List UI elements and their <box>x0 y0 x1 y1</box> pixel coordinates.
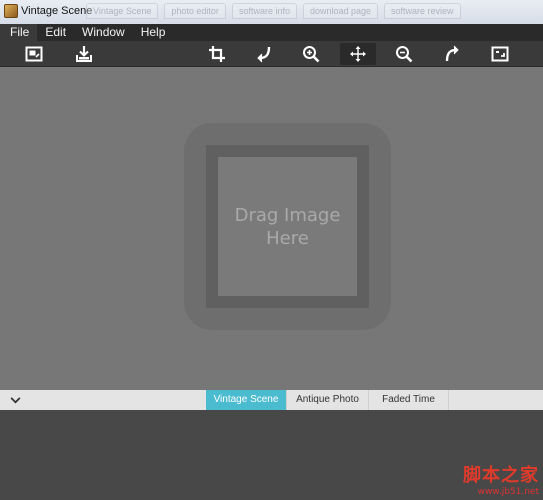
fit-screen-icon <box>491 46 509 62</box>
menu-window[interactable]: Window <box>74 24 133 41</box>
save-image-button[interactable] <box>66 43 102 65</box>
filter-tab-bar: Vintage Scene Antique Photo Faded Time <box>0 390 543 410</box>
background-tabs: Vintage Scene photo editor software info… <box>86 3 543 19</box>
rotate-left-icon <box>257 46 271 63</box>
save-image-icon <box>76 46 92 62</box>
background-tab[interactable]: photo editor <box>164 3 226 19</box>
open-image-icon <box>25 46 43 62</box>
crop-button[interactable] <box>199 43 235 65</box>
watermark-text: 脚本之家 <box>463 465 539 486</box>
background-tab[interactable]: software info <box>231 3 297 19</box>
menu-help[interactable]: Help <box>133 24 174 41</box>
filter-tabs: Vintage Scene Antique Photo Faded Time <box>206 390 449 410</box>
zoom-in-button[interactable] <box>293 43 329 65</box>
drop-zone-inner: Drag Image Here <box>218 157 357 296</box>
filter-preview-panel[interactable] <box>0 410 543 500</box>
crop-icon <box>209 46 225 62</box>
toolbar <box>0 41 543 67</box>
fit-screen-button[interactable] <box>482 43 518 65</box>
collapse-panel-button[interactable] <box>6 392 24 408</box>
drop-zone-frame: Drag Image Here <box>206 145 369 308</box>
menu-file[interactable]: File <box>0 24 38 41</box>
app-icon <box>4 4 18 18</box>
watermark: 脚本之家 www.jb51.net <box>463 461 539 497</box>
tab-vintage-scene[interactable]: Vintage Scene <box>206 390 287 410</box>
rotate-left-button[interactable] <box>246 43 282 65</box>
tab-faded-time[interactable]: Faded Time <box>369 390 449 410</box>
image-canvas[interactable]: Drag Image Here <box>0 67 543 390</box>
drop-zone-text: Drag Image Here <box>234 204 341 249</box>
rotate-right-icon <box>445 45 459 62</box>
zoom-out-icon <box>396 46 413 63</box>
window-title: Vintage Scene <box>21 5 93 17</box>
menu-bar: File Edit Window Help <box>0 24 543 41</box>
chevron-down-icon <box>10 396 20 403</box>
background-tab[interactable]: software review <box>384 3 461 19</box>
background-tab[interactable]: download page <box>302 3 379 19</box>
window-titlebar: Vintage Scene Vintage Scene photo editor… <box>0 0 543 24</box>
tab-antique-photo[interactable]: Antique Photo <box>287 390 369 410</box>
menu-edit[interactable]: Edit <box>37 24 74 41</box>
zoom-out-button[interactable] <box>386 43 422 65</box>
zoom-in-icon <box>303 46 320 63</box>
background-tab[interactable]: Vintage Scene <box>86 3 159 19</box>
pan-move-button[interactable] <box>340 43 376 65</box>
pan-move-icon <box>350 46 366 62</box>
watermark-url: www.jb51.net <box>477 487 539 497</box>
open-image-button[interactable] <box>16 43 52 65</box>
drop-zone[interactable]: Drag Image Here <box>184 123 391 330</box>
rotate-right-button[interactable] <box>434 43 470 65</box>
